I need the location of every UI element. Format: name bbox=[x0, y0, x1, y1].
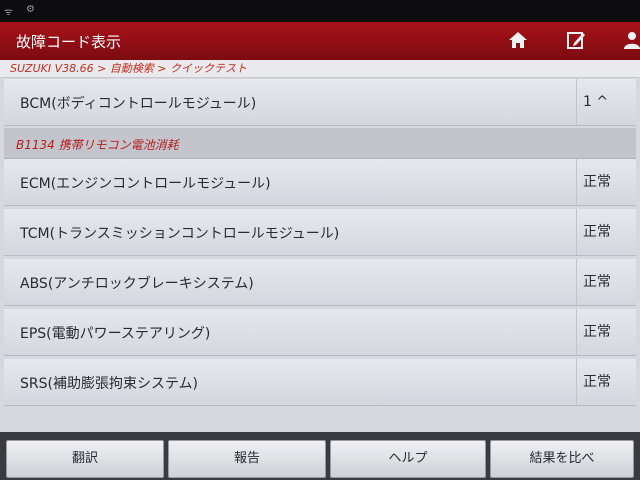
module-label: TCM(トランスミッションコントロールモジュール) bbox=[20, 226, 340, 242]
compare-results-button[interactable]: 結果を比べ bbox=[490, 440, 634, 478]
module-label: EPS(電動パワーステアリング) bbox=[20, 326, 211, 342]
module-label: ECM(エンジンコントロールモジュール) bbox=[20, 176, 271, 192]
page-title: 故障コード表示 bbox=[16, 33, 122, 51]
dtc-count-toggle[interactable]: 1 ^ bbox=[576, 79, 636, 125]
edit-icon-svg bbox=[567, 32, 585, 49]
home-icon[interactable] bbox=[506, 29, 530, 53]
status-badge: 正常 bbox=[576, 159, 636, 205]
module-label: SRS(補助膨張拘束システム) bbox=[20, 376, 199, 392]
status-badge: 正常 bbox=[576, 209, 636, 255]
module-row-srs[interactable]: SRS(補助膨張拘束システム) 正常 bbox=[4, 359, 636, 406]
dtc-item: B1134 携帯リモコン電池消耗 bbox=[4, 128, 636, 159]
status-badge: 正常 bbox=[576, 259, 636, 305]
module-row-ecm[interactable]: ECM(エンジンコントロールモジュール) 正常 bbox=[4, 159, 636, 206]
module-label: BCM(ボディコントロールモジュール) bbox=[20, 96, 257, 112]
status-badge: 正常 bbox=[576, 309, 636, 355]
dtc-text: B1134 携帯リモコン電池消耗 bbox=[16, 138, 179, 152]
user-icon[interactable] bbox=[620, 29, 640, 53]
translate-button[interactable]: 翻訳 bbox=[6, 440, 164, 478]
module-list: BCM(ボディコントロールモジュール) 1 ^ B1134 携帯リモコン電池消耗… bbox=[4, 79, 636, 429]
breadcrumb: SUZUKI V38.66 > 自動検索 > クイックテスト bbox=[0, 60, 640, 78]
wifi-icon: ᯤ bbox=[4, 7, 14, 18]
module-row-tcm[interactable]: TCM(トランスミッションコントロールモジュール) 正常 bbox=[4, 209, 636, 256]
help-button[interactable]: ヘルプ bbox=[330, 440, 486, 478]
user-icon-svg bbox=[624, 32, 640, 49]
module-row-bcm[interactable]: BCM(ボディコントロールモジュール) 1 ^ bbox=[4, 79, 636, 126]
edit-icon[interactable] bbox=[564, 29, 588, 53]
app-screen: 故障コード表示 SUZUKI V38.66 > 自動検索 > クイックテスト B… bbox=[0, 22, 640, 480]
bottom-toolbar: 翻訳 報告 ヘルプ 結果を比べ bbox=[0, 432, 640, 480]
module-row-abs[interactable]: ABS(アンチロックブレーキシステム) 正常 bbox=[4, 259, 636, 306]
title-bar: 故障コード表示 bbox=[0, 22, 640, 60]
module-row-eps[interactable]: EPS(電動パワーステアリング) 正常 bbox=[4, 309, 636, 356]
device-status-bar: ᯤ ⚙ bbox=[0, 0, 640, 22]
home-icon-svg bbox=[509, 32, 527, 48]
status-badge: 正常 bbox=[576, 359, 636, 405]
report-button[interactable]: 報告 bbox=[168, 440, 326, 478]
settings-icon: ⚙ bbox=[26, 4, 35, 15]
module-label: ABS(アンチロックブレーキシステム) bbox=[20, 276, 254, 292]
